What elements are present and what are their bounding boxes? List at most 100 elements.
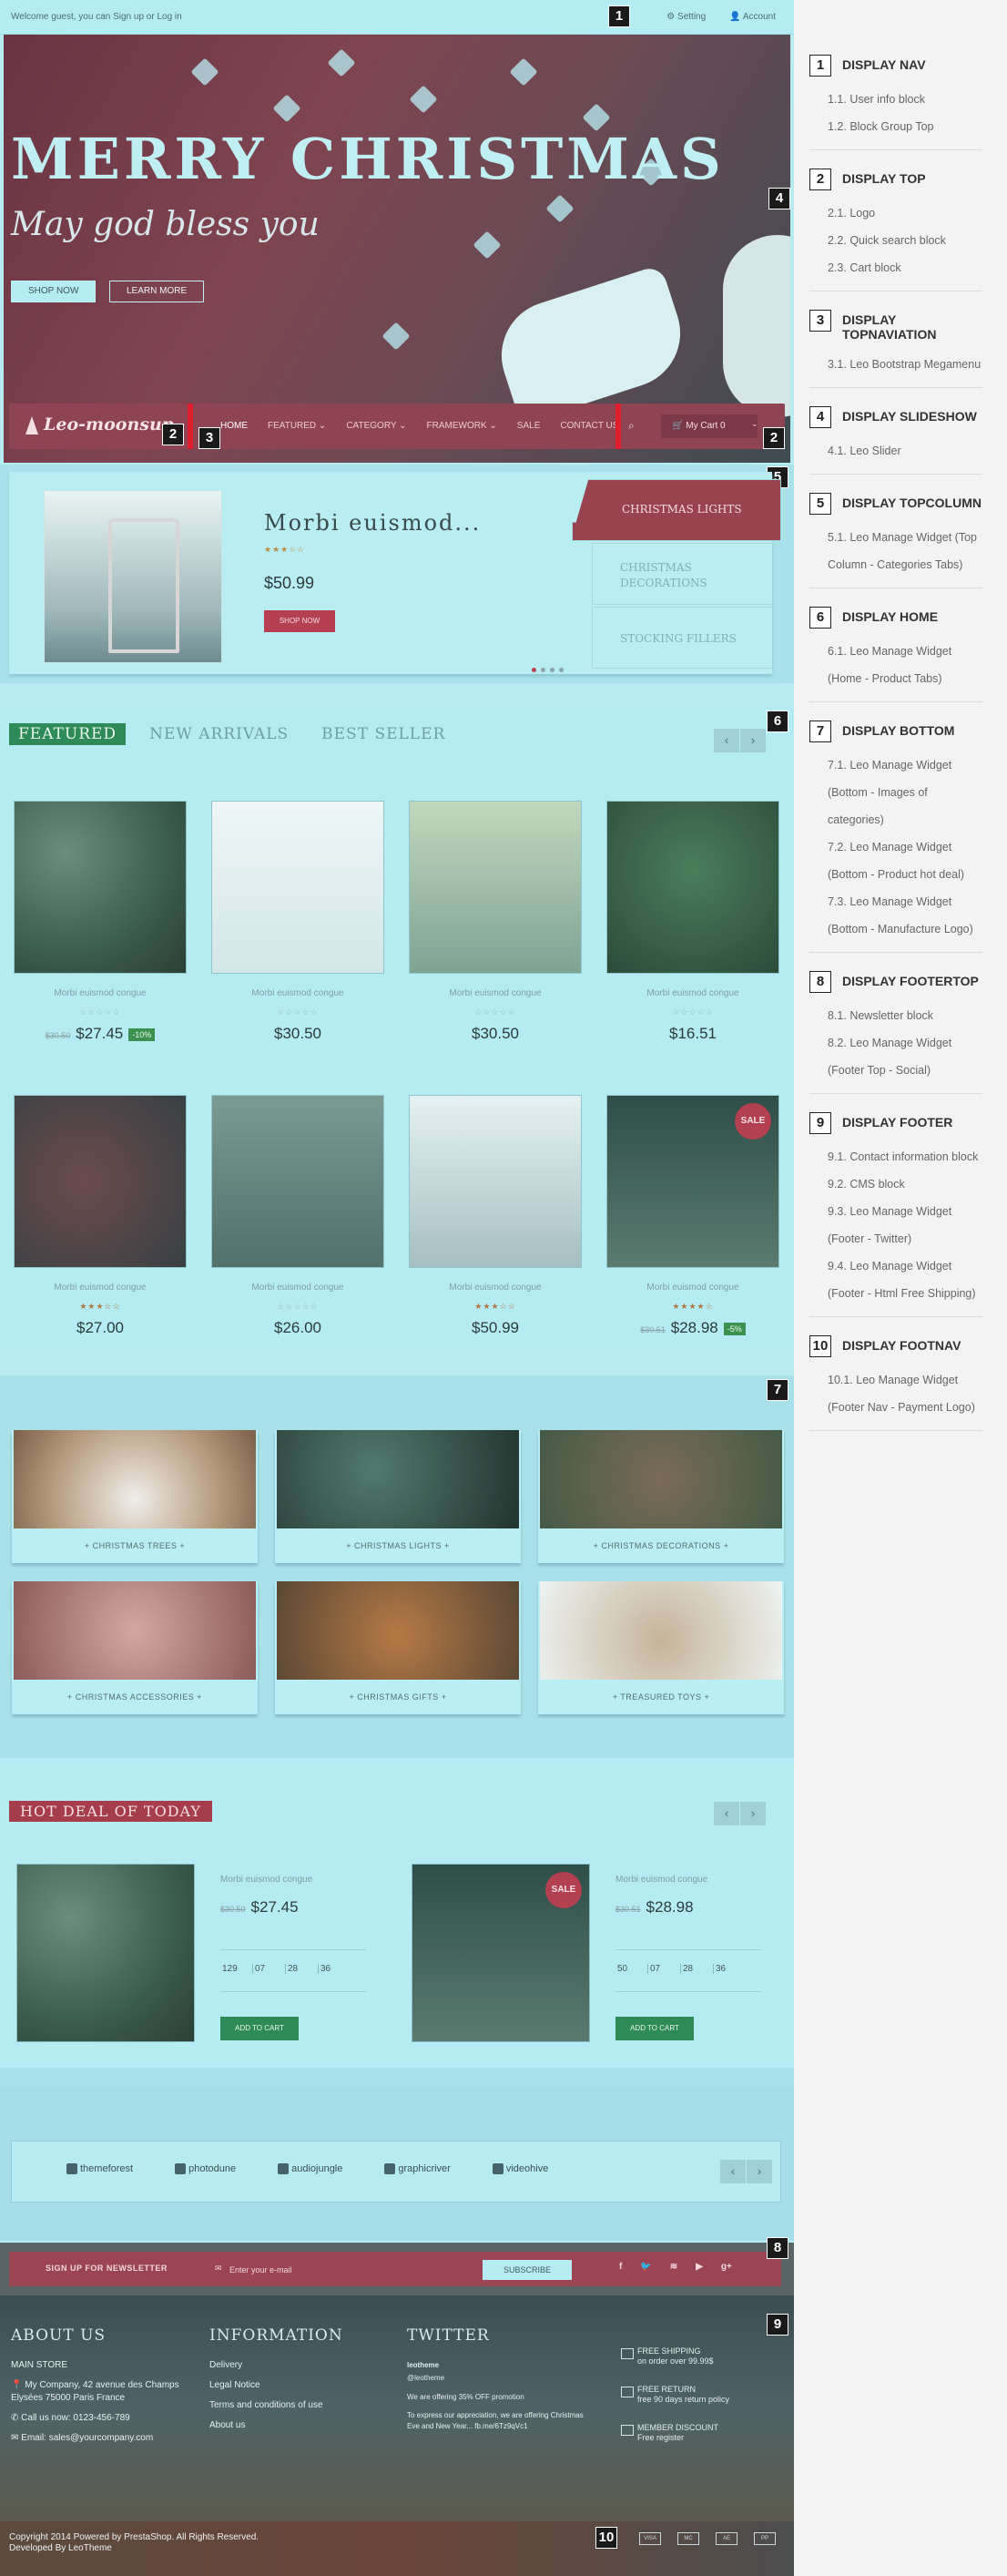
menu-item-framework[interactable]: FRAMEWORK ⌄ bbox=[427, 421, 497, 431]
manufacturer-logo[interactable]: themeforest bbox=[66, 2163, 133, 2174]
setting-link[interactable]: ⚙ Setting bbox=[666, 12, 706, 22]
subscribe-button[interactable]: SUBSCRIBE bbox=[483, 2260, 572, 2280]
tab-best-seller[interactable]: BEST SELLER bbox=[312, 723, 454, 745]
product-name[interactable]: Morbi euismod congue bbox=[409, 988, 582, 998]
category-card[interactable]: + CHRISTMAS LIGHTS + bbox=[275, 1430, 521, 1563]
product-card[interactable]: SALE Morbi euismod congue ★★★★☆ $30.51 $2… bbox=[606, 1095, 779, 1337]
tweet-author[interactable]: leotheme @leotheme bbox=[407, 2359, 589, 2385]
logo[interactable]: Leo-moonsun bbox=[25, 414, 175, 434]
chevron-left-icon[interactable]: ‹ bbox=[714, 729, 739, 752]
product-name[interactable]: Morbi euismod congue bbox=[615, 1875, 707, 1885]
product-name[interactable]: Morbi euismod congue bbox=[606, 988, 779, 998]
developer-text[interactable]: Developed By LeoTheme bbox=[9, 2543, 112, 2553]
chevron-down-icon[interactable]: ⌄ bbox=[751, 419, 758, 429]
category-image[interactable] bbox=[14, 1430, 256, 1528]
product-name[interactable]: Morbi euismod congue bbox=[14, 988, 187, 998]
category-label[interactable]: + CHRISTMAS ACCESSORIES + bbox=[12, 1692, 258, 1702]
newsletter-email-input[interactable] bbox=[208, 2260, 490, 2280]
menu-item-sale[interactable]: SALE bbox=[517, 421, 541, 431]
category-label[interactable]: + CHRISTMAS GIFTS + bbox=[275, 1692, 521, 1702]
menu-item-featured[interactable]: FEATURED ⌄ bbox=[268, 421, 326, 431]
manufacturer-logo[interactable]: photodune bbox=[175, 2163, 236, 2174]
category-image[interactable] bbox=[540, 1581, 782, 1680]
category-card[interactable]: + CHRISTMAS DECORATIONS + bbox=[538, 1430, 784, 1563]
email-text[interactable]: Email: sales@yourcompany.com bbox=[21, 2433, 153, 2443]
shop-now-button[interactable]: SHOP NOW bbox=[11, 281, 97, 302]
search-icon[interactable]: ⌕ bbox=[628, 419, 635, 433]
category-card[interactable]: + CHRISTMAS TREES + bbox=[12, 1430, 258, 1563]
product-image[interactable] bbox=[606, 801, 779, 974]
manufacturer-logo[interactable]: audiojungle bbox=[278, 2163, 342, 2174]
product-image[interactable]: SALE bbox=[606, 1095, 779, 1268]
product-image[interactable] bbox=[211, 801, 384, 974]
tab-featured[interactable]: FEATURED bbox=[9, 723, 127, 745]
product-card[interactable]: Morbi euismod congue ☆☆☆☆☆ $26.00 bbox=[211, 1095, 384, 1337]
tab-stocking-fillers[interactable]: STOCKING FILLERS bbox=[592, 607, 774, 669]
product-card[interactable]: Morbi euismod congue ☆☆☆☆☆ $16.51 bbox=[606, 801, 779, 1043]
category-image[interactable] bbox=[277, 1430, 519, 1528]
learn-more-button[interactable]: LEARN MORE bbox=[109, 281, 205, 302]
product-card[interactable]: Morbi euismod congue ☆☆☆☆☆ $30.50 bbox=[409, 801, 582, 1043]
shop-now-button[interactable]: SHOP NOW bbox=[264, 610, 335, 632]
chevron-right-icon[interactable]: › bbox=[740, 1802, 766, 1825]
account-link[interactable]: 👤 Account bbox=[729, 12, 776, 22]
slideshow[interactable]: MERRY CHRISTMAS May god bless you SHOP N… bbox=[4, 35, 790, 463]
twitter-icon[interactable]: 🐦 bbox=[640, 2262, 651, 2272]
product-image[interactable] bbox=[409, 1095, 582, 1268]
category-label[interactable]: + CHRISTMAS DECORATIONS + bbox=[538, 1541, 784, 1550]
menu-item-category[interactable]: CATEGORY ⌄ bbox=[346, 421, 406, 431]
product-card[interactable]: Morbi euismod congue ★★★☆☆ $50.99 bbox=[409, 1095, 582, 1337]
footer-link-delivery[interactable]: Delivery bbox=[209, 2359, 382, 2372]
dot[interactable] bbox=[532, 668, 536, 672]
product-image[interactable] bbox=[14, 1095, 187, 1268]
footer-link-about[interactable]: About us bbox=[209, 2419, 382, 2432]
tab-christmas-decorations[interactable]: CHRISTMAS DECORATIONS bbox=[592, 543, 774, 605]
dot[interactable] bbox=[541, 668, 545, 672]
product-name[interactable]: Morbi euismod congue bbox=[211, 988, 384, 998]
dot[interactable] bbox=[559, 668, 564, 672]
product-title[interactable]: Morbi euismod... bbox=[264, 510, 481, 536]
product-name[interactable]: Morbi euismod congue bbox=[606, 1283, 779, 1293]
product-card[interactable]: Morbi euismod congue ★★★☆☆ $27.00 bbox=[14, 1095, 187, 1337]
cart-button[interactable]: 🛒 My Cart 0 bbox=[661, 414, 758, 438]
product-name[interactable]: Morbi euismod congue bbox=[211, 1283, 384, 1293]
product-image[interactable] bbox=[16, 1864, 195, 2042]
category-image[interactable] bbox=[540, 1430, 782, 1528]
youtube-icon[interactable]: ▶ bbox=[696, 2262, 703, 2272]
footer-link-terms[interactable]: Terms and conditions of use bbox=[209, 2399, 382, 2412]
chevron-left-icon[interactable]: ‹ bbox=[714, 1802, 739, 1825]
add-to-cart-button[interactable]: ADD TO CART bbox=[615, 2017, 694, 2040]
dot[interactable] bbox=[550, 668, 554, 672]
google-plus-icon[interactable]: g+ bbox=[721, 2262, 732, 2272]
tab-new-arrivals[interactable]: NEW ARRIVALS bbox=[140, 723, 298, 745]
chevron-right-icon[interactable]: › bbox=[740, 729, 766, 752]
facebook-icon[interactable]: f bbox=[619, 2262, 622, 2272]
category-label[interactable]: + TREASURED TOYS + bbox=[538, 1692, 784, 1702]
product-name[interactable]: Morbi euismod congue bbox=[14, 1283, 187, 1293]
manufacturer-logo[interactable]: videohive bbox=[493, 2163, 548, 2174]
user-info[interactable]: Welcome guest, you can Sign up or Log in bbox=[11, 12, 182, 22]
manufacturer-logo[interactable]: graphicriver bbox=[384, 2163, 450, 2174]
tab-christmas-lights[interactable]: CHRISTMAS LIGHTS bbox=[572, 479, 781, 541]
add-to-cart-button[interactable]: ADD TO CART bbox=[220, 2017, 299, 2040]
chevron-left-icon[interactable]: ‹ bbox=[720, 2160, 746, 2183]
product-card[interactable]: Morbi euismod congue ☆☆☆☆☆ $30.50 bbox=[211, 801, 384, 1043]
product-card[interactable]: Morbi euismod congue ☆☆☆☆☆ $30.50 $27.45-… bbox=[14, 801, 187, 1043]
chevron-right-icon[interactable]: › bbox=[747, 2160, 772, 2183]
category-image[interactable] bbox=[14, 1581, 256, 1680]
category-card[interactable]: + CHRISTMAS ACCESSORIES + bbox=[12, 1581, 258, 1714]
category-image[interactable] bbox=[277, 1581, 519, 1680]
product-image[interactable] bbox=[14, 801, 187, 974]
product-image[interactable] bbox=[409, 801, 582, 974]
product-name[interactable]: Morbi euismod congue bbox=[220, 1875, 312, 1885]
category-label[interactable]: + CHRISTMAS LIGHTS + bbox=[275, 1541, 521, 1550]
menu-item-home[interactable]: HOME bbox=[220, 421, 248, 431]
category-label[interactable]: + CHRISTMAS TREES + bbox=[12, 1541, 258, 1550]
rss-icon[interactable]: ≋ bbox=[670, 2262, 677, 2272]
product-image[interactable]: SALE bbox=[412, 1864, 590, 2042]
menu-item-contact[interactable]: CONTACT US bbox=[560, 421, 618, 431]
category-card[interactable]: + CHRISTMAS GIFTS + bbox=[275, 1581, 521, 1714]
product-name[interactable]: Morbi euismod congue bbox=[409, 1283, 582, 1293]
footer-link-legal[interactable]: Legal Notice bbox=[209, 2379, 382, 2392]
product-image[interactable] bbox=[211, 1095, 384, 1268]
